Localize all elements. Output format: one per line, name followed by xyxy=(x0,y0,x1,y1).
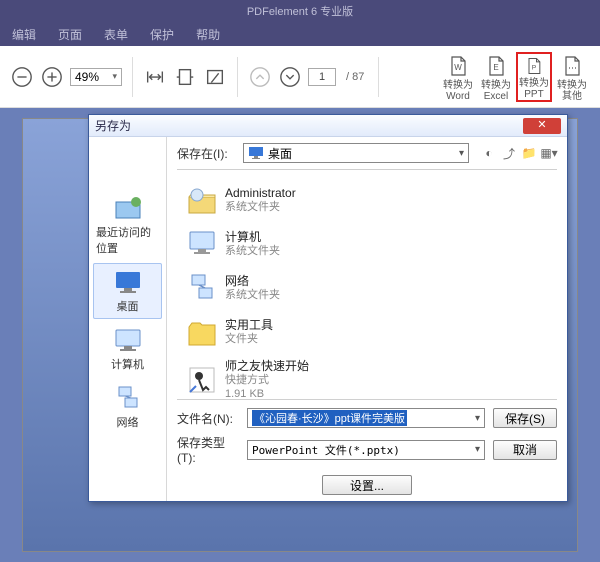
convert-word-button[interactable]: W 转换为Word xyxy=(440,52,476,102)
toolbar: 49% 1 / 87 W 转换为Word E 转换为Excel P 转换为PPT… xyxy=(0,46,600,108)
lookin-combo[interactable]: 桌面 xyxy=(243,143,469,163)
place-computer[interactable]: 计算机 xyxy=(93,321,162,377)
svg-text:P: P xyxy=(532,64,537,71)
zoom-in-button[interactable] xyxy=(40,65,64,89)
document-area: 另存为 ✕ 最近访问的位置 桌面 计算机 网络 xyxy=(0,108,600,562)
dialog-titlebar: 另存为 ✕ xyxy=(89,115,567,137)
lookin-label: 保存在(I): xyxy=(177,145,237,162)
menu-help[interactable]: 帮助 xyxy=(196,26,220,43)
settings-button[interactable]: 设置... xyxy=(322,475,412,495)
svg-text:E: E xyxy=(493,63,498,72)
dialog-title: 另存为 xyxy=(95,117,131,134)
dialog-main: 保存在(I): 桌面 ◐ ⤴ 📁 ▦▾ Adminis xyxy=(167,137,567,501)
places-bar: 最近访问的位置 桌面 计算机 网络 xyxy=(89,137,167,501)
file-item[interactable]: 实用工具文件夹 xyxy=(183,310,551,354)
page-down-button[interactable] xyxy=(278,65,302,89)
menu-page[interactable]: 页面 xyxy=(58,26,82,43)
app-title: PDFelement 6 专业版 xyxy=(247,3,353,19)
menu-form[interactable]: 表单 xyxy=(104,26,128,43)
svg-text:W: W xyxy=(454,63,462,72)
filename-label: 文件名(N): xyxy=(177,410,239,427)
cancel-button[interactable]: 取消 xyxy=(493,440,557,460)
fullscreen-icon[interactable] xyxy=(203,65,227,89)
file-item[interactable]: 师之友快速开始快捷方式1.91 KB xyxy=(183,354,551,400)
convert-other-button[interactable]: 转换为其他 xyxy=(554,52,590,102)
convert-group: W 转换为Word E 转换为Excel P 转换为PPT 转换为其他 xyxy=(440,52,590,102)
app-titlebar: PDFelement 6 专业版 xyxy=(0,0,600,22)
save-as-dialog: 另存为 ✕ 最近访问的位置 桌面 计算机 网络 xyxy=(88,114,568,502)
back-icon[interactable]: ◐ xyxy=(481,145,497,161)
page-number-input[interactable]: 1 xyxy=(308,68,336,86)
zoom-select[interactable]: 49% xyxy=(70,68,122,86)
file-item[interactable]: Administrator系统文件夹 xyxy=(183,178,551,222)
file-item[interactable]: 计算机系统文件夹 xyxy=(183,222,551,266)
separator xyxy=(237,57,238,97)
desktop-icon xyxy=(248,146,264,160)
up-icon[interactable]: ⤴ xyxy=(501,145,517,161)
views-icon[interactable]: ▦▾ xyxy=(541,145,557,161)
place-network[interactable]: 网络 xyxy=(93,379,162,435)
menu-protect[interactable]: 保护 xyxy=(150,26,174,43)
dialog-close-button[interactable]: ✕ xyxy=(523,118,561,134)
page-up-button[interactable] xyxy=(248,65,272,89)
separator xyxy=(132,57,133,97)
convert-ppt-button[interactable]: P 转换为PPT xyxy=(516,52,552,102)
filetype-select[interactable]: PowerPoint 文件(*.pptx) xyxy=(247,440,485,460)
page-total: / 87 xyxy=(346,71,364,83)
file-list[interactable]: Administrator系统文件夹 计算机系统文件夹 网络系统文件夹 实用工具… xyxy=(177,169,557,400)
zoom-out-button[interactable] xyxy=(10,65,34,89)
menu-edit[interactable]: 编辑 xyxy=(12,26,36,43)
filetype-label: 保存类型(T): xyxy=(177,434,239,465)
convert-excel-button[interactable]: E 转换为Excel xyxy=(478,52,514,102)
save-button[interactable]: 保存(S) xyxy=(493,408,557,428)
fit-width-icon[interactable] xyxy=(143,65,167,89)
file-item[interactable]: 网络系统文件夹 xyxy=(183,266,551,310)
place-desktop[interactable]: 桌面 xyxy=(93,263,162,319)
place-recent[interactable]: 最近访问的位置 xyxy=(93,189,162,261)
separator xyxy=(378,57,379,97)
newfolder-icon[interactable]: 📁 xyxy=(521,145,537,161)
fit-page-icon[interactable] xyxy=(173,65,197,89)
filename-input[interactable]: 《沁园春·长沙》ppt课件完美版 xyxy=(247,408,485,428)
menubar: 编辑 页面 表单 保护 帮助 xyxy=(0,22,600,46)
